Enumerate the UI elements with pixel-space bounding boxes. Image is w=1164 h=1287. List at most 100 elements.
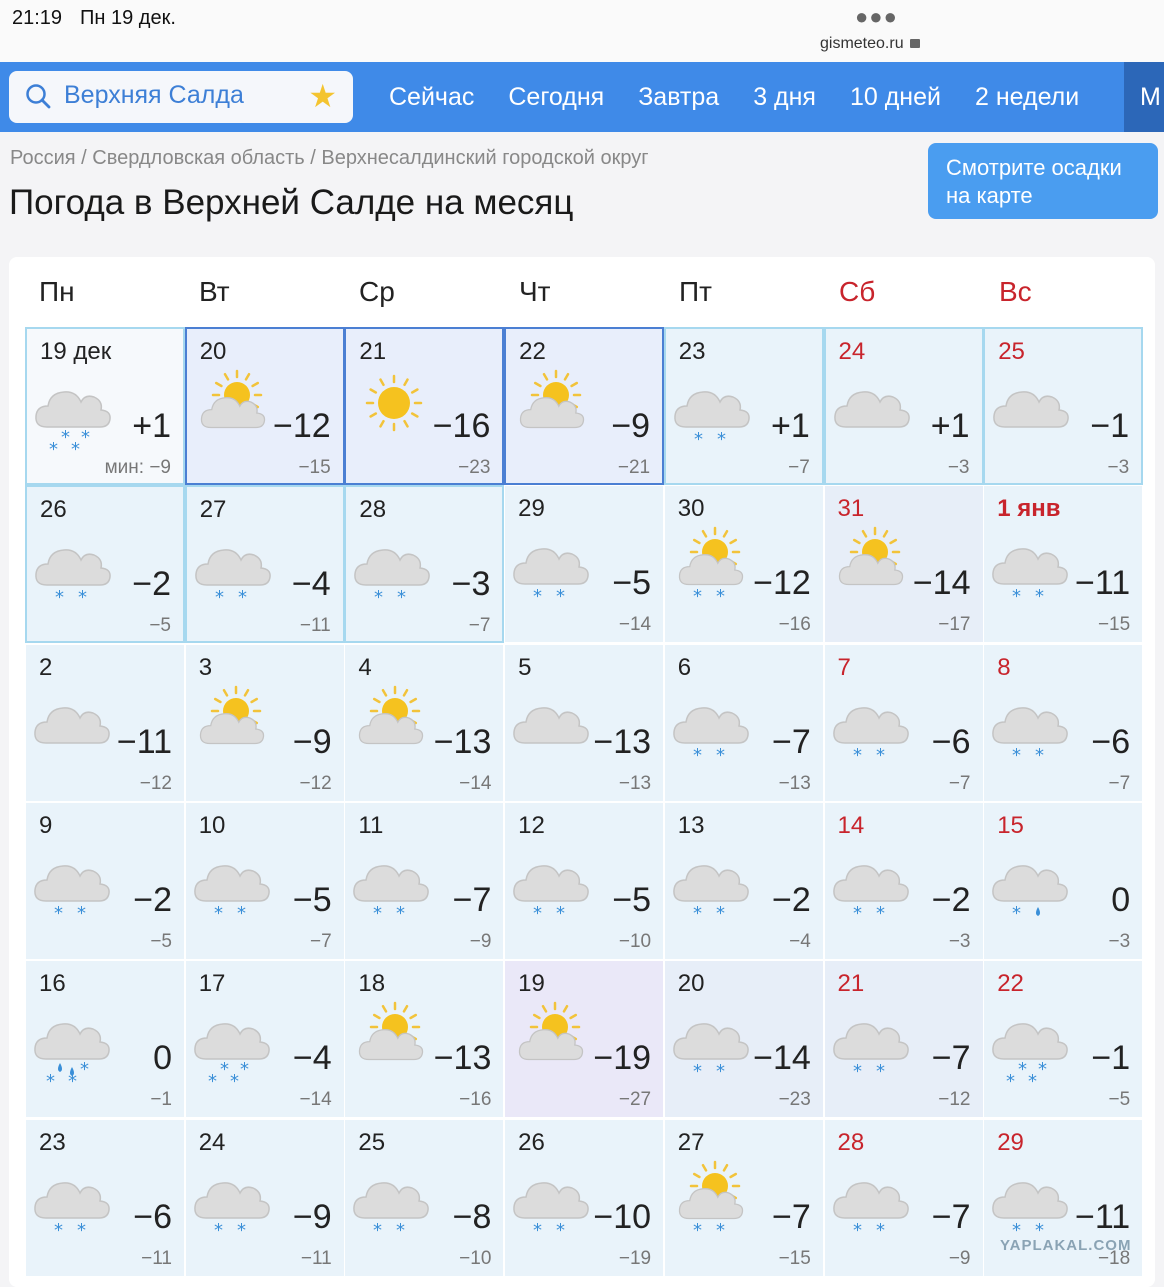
svg-text:*: *	[556, 1220, 565, 1241]
temp-min: −27	[618, 1089, 652, 1111]
day-cell[interactable]: 28 * * −3 −7	[344, 485, 505, 644]
nav-tab[interactable]: Сейчас	[389, 83, 474, 112]
day-cell[interactable]: 27 * * −7 −15	[663, 1118, 824, 1277]
svg-text:*: *	[1028, 1071, 1037, 1087]
svg-text:*: *	[214, 1220, 223, 1241]
day-cell[interactable]: 5 −13 −13	[504, 643, 665, 802]
day-date: 15	[997, 811, 1024, 839]
day-cell[interactable]: 14 * * −2 −3	[823, 801, 984, 960]
precip-map-button[interactable]: Смотрите осадки на карте	[928, 143, 1158, 219]
day-cell[interactable]: 1 янв * * −11 −15	[983, 485, 1144, 644]
day-cell[interactable]: 21 * * −7 −12	[823, 960, 984, 1119]
day-cell[interactable]: 30 * * −12 −16	[663, 485, 824, 644]
day-cell[interactable]: 25 −1 −3	[983, 327, 1144, 485]
day-cell[interactable]: 15 * 0 −3	[983, 801, 1144, 960]
day-cell[interactable]: 23 * * −6 −11	[25, 1118, 185, 1277]
day-cell[interactable]: 25 * * −8 −10	[344, 1118, 505, 1277]
temp-min: −9	[948, 1247, 971, 1269]
nav-tab[interactable]: 3 дня	[753, 83, 816, 112]
day-date: 29	[997, 1128, 1024, 1156]
day-cell[interactable]: 13 * * −2 −4	[663, 801, 824, 960]
day-cell[interactable]: 2 −11 −12	[25, 643, 185, 802]
day-cell[interactable]: 20 * * −14 −23	[663, 960, 824, 1119]
temp-min: −23	[458, 457, 491, 478]
day-cell[interactable]: 20 −12 −15	[184, 327, 345, 485]
day-cell[interactable]: 31 −14 −17	[823, 485, 984, 644]
day-cell[interactable]: 17 * * * * −4 −14	[184, 960, 345, 1119]
day-cell[interactable]: 26 * * −10 −19	[504, 1118, 665, 1277]
svg-text:*: *	[876, 903, 885, 924]
breadcrumb[interactable]: Россия / Свердловская область / Верхнеса…	[10, 147, 649, 170]
temp-min: −15	[298, 457, 331, 478]
day-cell[interactable]: 26 * * −2 −5	[25, 485, 185, 644]
svg-text:*: *	[694, 429, 703, 450]
day-cell[interactable]: 23 * * +1 −7	[663, 327, 824, 485]
day-cell[interactable]: 29 * * −5 −14	[504, 485, 665, 644]
nav-tab[interactable]: 10 дней	[850, 83, 941, 112]
day-cell[interactable]: 12 * * −5 −10	[504, 801, 665, 960]
svg-text:*: *	[81, 427, 90, 448]
address-bar[interactable]: gismeteo.ru	[820, 35, 920, 53]
sun-icon	[366, 374, 423, 432]
day-cell[interactable]: 16 * * * 0 −1	[25, 960, 185, 1119]
cloud-icon: * *	[35, 549, 111, 608]
day-cell[interactable]: 10 * * −5 −7	[184, 801, 345, 960]
favorite-star-icon[interactable]: ★	[308, 79, 337, 113]
svg-text:*: *	[1012, 586, 1021, 607]
temp-min: −9	[469, 930, 492, 952]
svg-text:*: *	[373, 903, 382, 924]
temp-min: −11	[299, 615, 331, 637]
day-cell[interactable]: 9 * * −2 −5	[25, 801, 185, 960]
nav-tab[interactable]: Завтра	[638, 83, 719, 112]
day-cell[interactable]: 19 дек * * * * +1 мин: −9	[25, 327, 185, 485]
temp-max: −7	[772, 722, 811, 761]
day-cell[interactable]: 11 * * −7 −9	[344, 801, 505, 960]
day-cell[interactable]: 24 +1 −3	[823, 327, 984, 485]
day-date: 5	[518, 653, 532, 681]
day-cell[interactable]: 21 −16 −23	[344, 327, 505, 485]
temp-min: −3	[1108, 930, 1131, 952]
svg-text:*: *	[1018, 1059, 1027, 1080]
day-cell[interactable]: 8 * * −6 −7	[983, 643, 1144, 802]
day-cell[interactable]: 4 −13 −14	[344, 643, 505, 802]
temp-max: 0	[153, 1039, 172, 1078]
day-cell[interactable]: 22 −9 −21	[504, 327, 665, 485]
temp-min: −11	[141, 1247, 172, 1269]
day-cell[interactable]: 3 −9 −12	[184, 643, 345, 802]
lock-icon	[909, 39, 920, 48]
day-date: 22	[519, 338, 546, 365]
day-cell[interactable]: 18 −13 −16	[344, 960, 505, 1119]
svg-text:*: *	[237, 903, 246, 924]
cloud-icon: * *	[194, 549, 271, 608]
city-search[interactable]: Верхняя Салда ★	[9, 71, 353, 123]
svg-text:*: *	[373, 1220, 382, 1241]
temp-max: −10	[593, 1197, 652, 1236]
temp-max: −8	[452, 1197, 492, 1236]
nav-tab[interactable]: Сегодня	[508, 83, 604, 112]
day-cell[interactable]: 19 −19 −27	[504, 960, 665, 1119]
cloud-icon: * *	[832, 865, 909, 924]
temp-min: −3	[1107, 457, 1130, 478]
temp-max: −6	[133, 1197, 172, 1236]
precip-map-label-2: на карте	[946, 183, 1033, 208]
day-cell[interactable]: 22 * * * * −1 −5	[983, 960, 1144, 1119]
temp-min: −11	[300, 1247, 332, 1269]
more-dots-icon[interactable]: ●●●	[855, 4, 898, 30]
partly-cloudy-icon	[519, 369, 585, 429]
day-cell[interactable]: 7 * * −6 −7	[823, 643, 984, 802]
day-cell[interactable]: 6 * * −7 −13	[663, 643, 824, 802]
temp-min: −12	[299, 772, 332, 794]
cloud-icon: * *	[832, 1181, 909, 1241]
day-date: 26	[40, 496, 67, 524]
day-date: 6	[677, 653, 692, 681]
day-cell[interactable]: 24 * * −9 −11	[184, 1118, 345, 1277]
day-cell[interactable]: 27 * * −4 −11	[184, 485, 345, 644]
temp-min: −12	[938, 1089, 971, 1111]
cloud-icon: * ** *	[992, 1023, 1069, 1087]
temp-max: −7	[772, 1197, 811, 1236]
nav-more-tab[interactable]: М	[1124, 62, 1164, 132]
svg-text:*: *	[556, 903, 565, 924]
day-cell[interactable]: 28 * * −7 −9	[823, 1118, 984, 1277]
cloud-icon	[993, 391, 1070, 428]
nav-tab[interactable]: 2 недели	[975, 83, 1079, 112]
